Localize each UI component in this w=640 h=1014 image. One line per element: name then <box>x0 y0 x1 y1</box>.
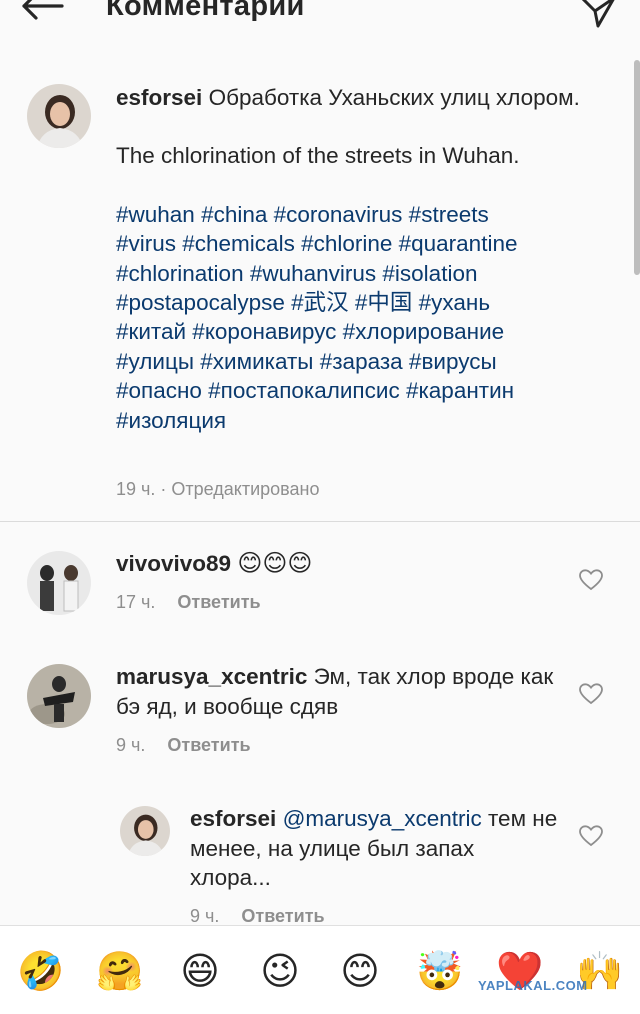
heart-icon[interactable] <box>579 825 603 847</box>
comment: vivovivo89 😊😊😊 <box>116 549 312 579</box>
reply-button[interactable]: Ответить <box>241 906 324 926</box>
comment-username[interactable]: esforsei <box>190 806 276 831</box>
emoji-button[interactable]: 🤯 <box>414 946 466 998</box>
top-bar: Комментарии <box>0 0 640 56</box>
avatar[interactable] <box>27 664 91 728</box>
divider <box>0 521 640 522</box>
avatar[interactable] <box>120 806 170 856</box>
comment-time: 9 ч. <box>190 906 220 926</box>
comment-time: 17 ч. <box>116 592 156 612</box>
comment: marusya_xcentric Эм, так хлор вроде как … <box>116 662 556 721</box>
post-text-ru: Обработка Уханьских улиц хлором. <box>208 85 580 110</box>
post-meta: 19 ч. · Отредактировано <box>116 479 320 499</box>
emoji-button[interactable]: 😊 <box>334 946 386 998</box>
comment-meta: 9 ч. Ответить <box>116 735 251 756</box>
comment-time: 9 ч. <box>116 735 146 755</box>
emoji-bar: 🤣 🤗 😄 😉 😊 🤯 ❤️ 🙌 YAPLAKAL.COM <box>0 925 640 1014</box>
hashtag-line[interactable]: #китай #коронавирус #хлорирование <box>116 317 621 346</box>
reply-comment: esforsei @marusya_xcentric тем не менее,… <box>190 804 560 893</box>
watermark: YAPLAKAL.COM <box>478 978 588 993</box>
emoji-button[interactable]: 🤣 <box>15 946 67 998</box>
avatar-image <box>120 806 170 856</box>
avatar[interactable] <box>27 551 91 615</box>
mention-link[interactable]: @marusya_xcentric <box>283 806 482 831</box>
reply-button[interactable]: Ответить <box>177 592 260 612</box>
comment-text: 😊😊😊 <box>237 550 313 577</box>
comment-username[interactable]: vivovivo89 <box>116 551 231 576</box>
heart-icon[interactable] <box>579 569 603 591</box>
hashtag-line[interactable]: #postapocalypse #武汉 #中国 #ухань <box>116 288 621 317</box>
hashtag-line[interactable]: #virus #chemicals #chlorine #quarantine <box>116 229 621 258</box>
avatar[interactable] <box>27 84 91 148</box>
comment-meta: 9 ч. Ответить <box>190 906 325 927</box>
emoji-button[interactable]: 😉 <box>254 946 306 998</box>
avatar-image <box>27 84 91 148</box>
scrollbar[interactable] <box>634 60 640 275</box>
post-username[interactable]: esforsei <box>116 85 202 110</box>
hashtag-line[interactable]: #wuhan #china #coronavirus #streets <box>116 200 621 229</box>
reply-button[interactable]: Ответить <box>167 735 250 755</box>
post-text-en: The chlorination of the streets in Wuhan… <box>116 143 520 169</box>
page-title: Комментарии <box>106 0 305 22</box>
hashtag-line[interactable]: #опасно #постапокалипсис #карантин <box>116 376 621 405</box>
post-caption: esforsei Обработка Уханьских улиц хлором… <box>116 83 621 435</box>
comment-meta: 17 ч. Ответить <box>116 592 261 613</box>
hashtag-line[interactable]: #изоляция <box>116 406 621 435</box>
paper-plane-icon[interactable] <box>578 0 618 34</box>
avatar-image <box>27 551 91 615</box>
arrow-left-icon[interactable] <box>18 0 68 34</box>
hashtag-line[interactable]: #chlorination #wuhanvirus #isolation <box>116 259 621 288</box>
heart-icon[interactable] <box>579 683 603 705</box>
avatar-image <box>27 664 91 728</box>
emoji-button[interactable]: 🤗 <box>94 946 146 998</box>
comment-username[interactable]: marusya_xcentric <box>116 664 307 689</box>
emoji-button[interactable]: 😄 <box>174 946 226 998</box>
hashtag-line[interactable]: #улицы #химикаты #зараза #вирусы <box>116 347 621 376</box>
